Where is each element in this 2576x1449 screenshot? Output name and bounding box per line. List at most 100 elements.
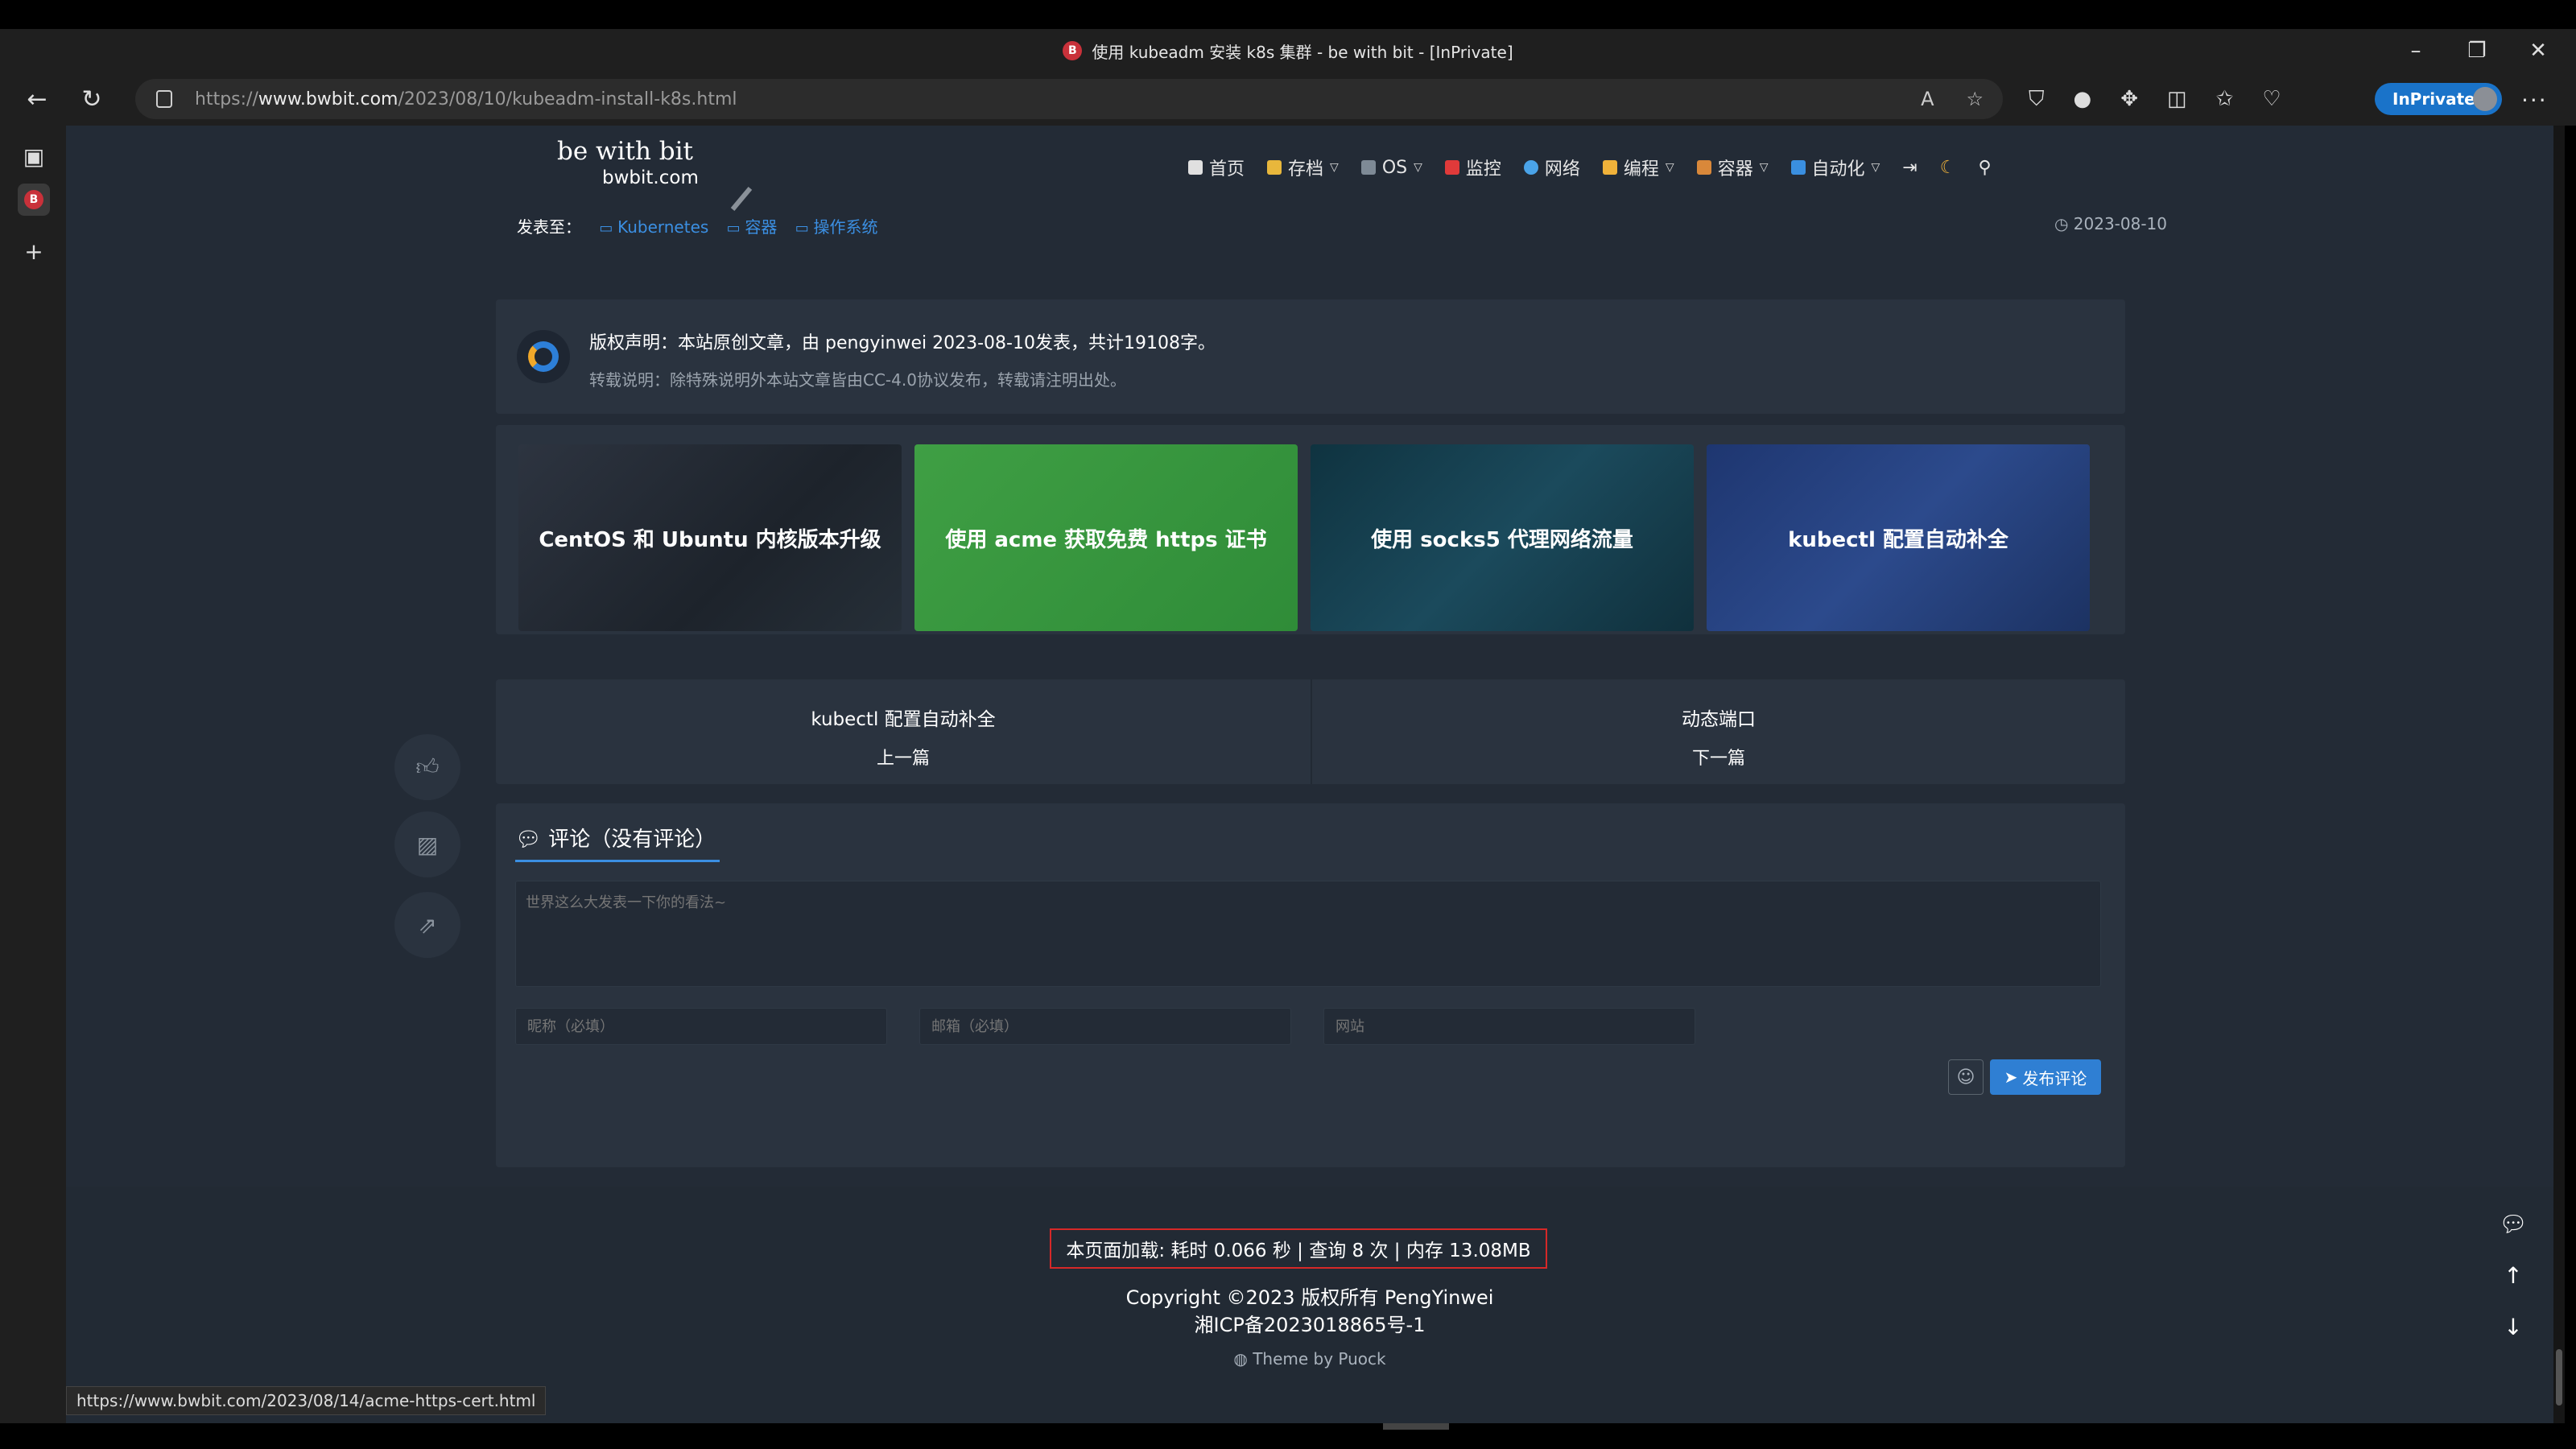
poster-image-icon[interactable]: ▨ [394,811,460,877]
comments-section: 💬︎ 评论（没有评论） ☺ ➤发布评论 [496,803,2125,1167]
taskbar [0,1423,2576,1449]
nav-item-programming[interactable]: 编程 ▽ [1602,155,1674,180]
split-screen-icon[interactable]: ◫ [2167,87,2187,111]
send-icon: ➤ [2004,1067,2018,1087]
related-post-card[interactable]: CentOS 和 Ubuntu 内核版本升级 [518,444,902,631]
dark-mode-icon[interactable]: ☾ [1940,158,1956,178]
site-name[interactable]: be with bit [557,137,699,166]
favorite-star-icon[interactable]: ☆ [1966,88,1984,110]
post-date: ◷ 2023-08-10 [2054,214,2167,233]
share-icon[interactable]: ⇗ [394,892,460,958]
emoji-button[interactable]: ☺ [1948,1059,1984,1095]
person-icon [1602,160,1617,175]
chevron-down-icon: ▽ [1414,161,1422,174]
folder-icon [1267,160,1282,175]
search-icon[interactable]: ⚲ [1978,158,1991,178]
theme-credit[interactable]: ◍ Theme by Puock [66,1349,2553,1368]
website-field[interactable] [1323,1008,1695,1045]
avatar[interactable] [2473,87,2497,111]
window-title-text: 使用 kubeadm 安装 k8s 集群 - be with bit - [In… [1092,42,1513,62]
minimize-icon[interactable]: – [2401,39,2431,63]
next-post-link[interactable]: 动态端口 下一篇 [1311,679,2125,784]
previous-post-link[interactable]: kubectl 配置自动补全 上一篇 [496,679,1311,784]
related-post-card[interactable]: 使用 socks5 代理网络流量 [1311,444,1694,631]
category-link-os[interactable]: 操作系统 [795,217,878,237]
record-extension-icon[interactable]: ● [2074,87,2092,111]
taskbar-item[interactable] [1383,1423,1449,1430]
url-text[interactable]: https://www.bwbit.com/2023/08/10/kubeadm… [195,89,737,109]
nickname-field[interactable] [515,1008,887,1045]
inprivate-badge[interactable]: InPrivate [2375,83,2502,115]
post-navigation: kubectl 配置自动补全 上一篇 动态端口 下一篇 [496,679,2125,784]
comments-title: 💬︎ 评论（没有评论） [515,828,716,852]
lock-icon[interactable] [156,90,172,108]
window-titlebar: B 使用 kubeadm 安装 k8s 集群 - be with bit - [… [0,29,2576,72]
login-icon[interactable]: ⇥ [1902,158,1917,178]
category-link-containers[interactable]: 容器 [727,217,778,237]
floating-buttons: 💬︎ ↑ ↓ [2497,1198,2529,1352]
reprint-notice: 转载说明：除特殊说明外本站文章皆由CC-4.0协议发布，转载请注明出处。 [589,370,1126,390]
home-icon [1188,160,1203,175]
footer-copyright: Copyright ©2023 版权所有 PengYinwei [1125,1286,1494,1309]
comment-textarea[interactable] [515,881,2101,987]
copyright-card: 版权声明：本站原创文章，由 pengyinwei 2023-08-10发表，共计… [496,299,2125,414]
site-favicon-icon: B [1063,41,1083,60]
browser-toolbar: ← ↻ https://www.bwbit.com/2023/08/10/kub… [0,72,2576,126]
icp-license-link[interactable]: 湘ICP备2023018865号-1 [66,1309,2553,1337]
read-aloud-icon[interactable]: A [1921,88,1934,110]
nav-item-archive[interactable]: 存档 ▽ [1267,155,1339,180]
tab-current[interactable]: B [18,184,50,216]
box-icon [1696,160,1711,175]
refresh-icon[interactable]: ↻ [74,81,109,117]
posted-to-label: 发表至： [517,217,581,237]
brand-slash-decoration [730,187,753,211]
alarm-icon [1444,160,1459,175]
chevron-down-icon: ▽ [1759,161,1769,174]
more-menu-icon[interactable]: ··· [2521,87,2548,114]
site-brand[interactable]: be with bit bwbit.com [557,137,753,211]
link-status-bar: https://www.bwbit.com/2023/08/14/acme-ht… [66,1386,547,1415]
globe-icon [1523,160,1538,175]
page-load-stats: 本页面加载: 耗时 0.066 秒 | 查询 8 次 | 内存 13.08MB [1050,1228,1547,1269]
chevron-down-icon: ▽ [1330,161,1339,174]
comments-title-underline [515,860,720,862]
scroll-top-icon[interactable]: ↑ [2497,1249,2529,1301]
restore-icon[interactable]: ❐ [2462,39,2492,63]
browser-essentials-icon[interactable]: ♡ [2262,87,2281,111]
nav-item-containers[interactable]: 容器 ▽ [1696,155,1769,180]
shield-extension-icon[interactable]: ⛉ [2029,87,2045,112]
address-bar[interactable]: https://www.bwbit.com/2023/08/10/kubeadm… [135,79,2003,119]
nav-item-network[interactable]: 网络 [1523,155,1580,180]
close-icon[interactable]: ✕ [2523,39,2553,63]
nav-item-os[interactable]: OS ▽ [1360,158,1422,178]
extensions-icon[interactable]: ✥ [2120,87,2138,111]
comments-shortcut-icon[interactable]: 💬︎ [2497,1198,2529,1249]
smiley-icon: ☺ [1956,1067,1975,1088]
scrollbar-thumb[interactable] [2556,1349,2562,1406]
submit-comment-button[interactable]: ➤ 发布评论 [1990,1059,2101,1095]
site-domain[interactable]: bwbit.com [602,167,699,188]
page-scrollbar[interactable] [2553,126,2565,1423]
comment-icon: 💬︎ [515,828,543,852]
chevron-down-icon: ▽ [1871,161,1880,174]
new-tab-icon[interactable]: + [18,235,50,267]
main-nav: 首页 存档 ▽ OS ▽ 监控 网络 编程 ▽ 容器 ▽ 自动化 ▽ ⇥ ☾ ⚲ [1188,155,1992,180]
copyright-statement: 版权声明：本站原创文章，由 pengyinwei 2023-08-10发表，共计… [589,333,1216,353]
chevron-down-icon: ▽ [1665,161,1674,174]
back-icon[interactable]: ← [19,81,55,117]
scroll-bottom-icon[interactable]: ↓ [2497,1301,2529,1352]
favorites-icon[interactable]: ✩ [2216,87,2234,111]
like-icon[interactable]: 👍︎ [394,734,460,800]
author-logo [517,330,570,383]
related-posts: CentOS 和 Ubuntu 内核版本升级 使用 acme 获取免费 http… [496,425,2125,634]
window-title: B 使用 kubeadm 安装 k8s 集群 - be with bit - [… [1063,39,1513,63]
category-link-kubernetes[interactable]: Kubernetes [599,217,708,237]
email-field[interactable] [919,1008,1291,1045]
nav-item-home[interactable]: 首页 [1188,155,1245,180]
nav-item-monitoring[interactable]: 监控 [1444,155,1501,180]
nav-item-automation[interactable]: 自动化 ▽ [1790,155,1880,180]
tab-actions-icon[interactable]: ▣ [18,140,50,172]
related-post-card[interactable]: 使用 acme 获取免费 https 证书 [914,444,1298,631]
related-post-card[interactable]: kubectl 配置自动补全 [1707,444,2090,631]
page-viewport: be with bit bwbit.com 首页 存档 ▽ OS ▽ 监控 网络 编… [66,126,2553,1423]
